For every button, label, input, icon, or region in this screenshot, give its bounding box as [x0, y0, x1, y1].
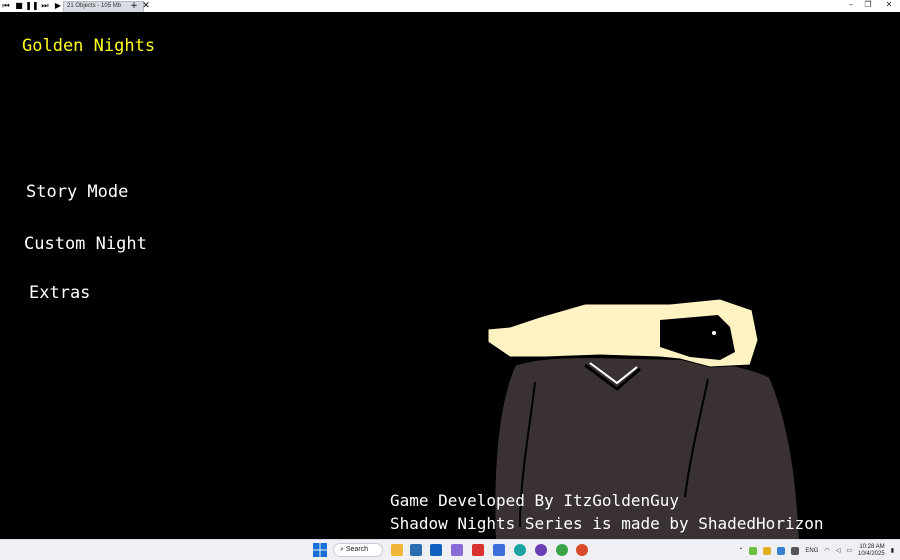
- volume-icon[interactable]: ◁: [836, 547, 841, 554]
- game-canvas[interactable]: Golden Nights Story Mode Custom Night Ex…: [0, 12, 900, 539]
- chrome-icon[interactable]: [556, 544, 568, 556]
- credit-series: Shadow Nights Series is made by ShadedHo…: [390, 514, 824, 533]
- tray-app-icon-4[interactable]: [791, 546, 800, 555]
- credit-developer: Game Developed By ItzGoldenGuy: [390, 491, 679, 510]
- system-tray: ⌃ ENG ◠ ◁ ▭ 10:28 AM 10/4/2025 ▮: [738, 542, 894, 559]
- minimize-icon[interactable]: –: [843, 0, 859, 10]
- add-tab-icon[interactable]: +: [129, 1, 139, 11]
- debug-toolbar: ⏮ ■ ❚❚ ⏭ ▶ 21 Objects - 105 Mb + ✕ – ❐ ✕: [0, 0, 900, 12]
- close-tab-icon[interactable]: ✕: [141, 1, 151, 11]
- office-icon[interactable]: [472, 544, 484, 556]
- app-icon[interactable]: [493, 544, 505, 556]
- taskbar-search[interactable]: ⌕ Search: [333, 543, 383, 557]
- game-title: Golden Nights: [22, 36, 156, 56]
- stop-icon[interactable]: ■: [14, 1, 24, 11]
- wifi-icon[interactable]: ◠: [824, 547, 829, 554]
- game-app-icon[interactable]: [576, 544, 588, 556]
- file-explorer-icon[interactable]: [391, 544, 403, 556]
- story-mode-button[interactable]: Story Mode: [26, 182, 128, 202]
- pause-icon[interactable]: ❚❚: [25, 1, 38, 11]
- chevron-up-icon[interactable]: ⌃: [738, 547, 743, 554]
- store-icon[interactable]: [410, 544, 422, 556]
- tray-app-icon-2[interactable]: [763, 546, 772, 555]
- extras-button[interactable]: Extras: [29, 283, 90, 303]
- close-window-icon[interactable]: ✕: [881, 0, 897, 10]
- clock-time: 10:28 AM: [859, 543, 885, 550]
- battery-icon[interactable]: ▭: [846, 547, 852, 554]
- skip-start-icon[interactable]: ⏮: [1, 1, 11, 11]
- edge-icon[interactable]: [514, 544, 526, 556]
- restore-icon[interactable]: ❐: [860, 0, 876, 10]
- custom-night-button[interactable]: Custom Night: [24, 234, 147, 254]
- language-indicator[interactable]: ENG: [805, 548, 818, 554]
- search-label: Search: [345, 546, 369, 553]
- tray-app-icon-3[interactable]: [777, 546, 786, 555]
- windows-start-icon[interactable]: [313, 543, 327, 557]
- clock[interactable]: 10:28 AM 10/4/2025: [858, 544, 885, 558]
- notification-bell-icon[interactable]: ▮: [891, 547, 894, 554]
- play-icon[interactable]: ▶: [53, 1, 63, 11]
- clock-date: 10/4/2025: [857, 550, 885, 557]
- outlook-icon[interactable]: [430, 544, 442, 556]
- app-icon-purple[interactable]: [535, 544, 547, 556]
- copilot-icon[interactable]: [451, 544, 463, 556]
- step-forward-icon[interactable]: ⏭: [40, 1, 50, 11]
- tray-app-icon[interactable]: [749, 546, 758, 555]
- taskbar: ⌕ Search ⌃ ENG ◠ ◁ ▭ 10:28 AM 10/4/2025 …: [0, 539, 900, 560]
